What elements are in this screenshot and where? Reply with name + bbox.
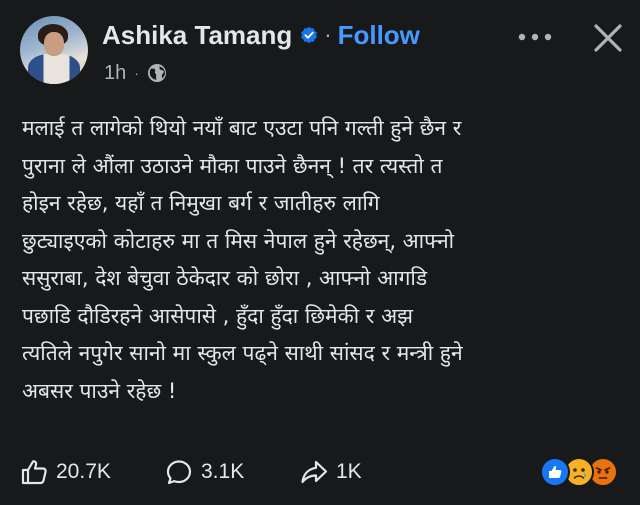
globe-icon[interactable] xyxy=(147,63,167,83)
post-line: ससुराबा, देश बेचुवा ठेकेदार को छोरा , आफ… xyxy=(22,266,428,290)
verified-badge-icon xyxy=(301,26,318,44)
comment-icon xyxy=(166,460,192,485)
post-line: मलाई त लागेको थियो नयाँ बाट एउटा पनि गल्… xyxy=(22,116,462,140)
post-line: त्यतिले नपुगेर सानो मा स्कुल पढ्ने साथी … xyxy=(22,341,463,365)
reaction-summary[interactable] xyxy=(540,456,618,488)
post-line: अबसर पाउने रहेछ ! xyxy=(22,378,177,403)
post-line: छुट्याइएको कोटाहरु मा त मिस नेपाल हुने र… xyxy=(22,228,455,253)
author-name-row: Ashika Tamang · Follow xyxy=(102,18,420,52)
comment-button[interactable]: 3.1K xyxy=(165,457,244,487)
author-name[interactable]: Ashika Tamang xyxy=(102,20,292,51)
like-reaction-icon xyxy=(540,457,570,487)
post-header: Ashika Tamang · Follow 1h · xyxy=(0,0,640,100)
name-separator: · xyxy=(324,22,332,47)
author-avatar[interactable] xyxy=(20,16,88,84)
like-count: 20.7K xyxy=(56,460,111,483)
post-line: पुराना ले औंला उठाउने मौका पाउने छैनन् !… xyxy=(22,153,443,178)
post-line: होइन रहेछ, यहाँ त निमुखा बर्ग र जातीहरु … xyxy=(22,191,380,215)
post-line: पछाडि दौडिरहने आसेपासे , हुँदा हुँदा छिम… xyxy=(22,303,413,328)
post-body: मलाई त लागेको थियो नयाँ बाट एउटा पनि गल्… xyxy=(22,110,628,410)
like-button[interactable]: 20.7K xyxy=(20,457,111,487)
post-time[interactable]: 1h xyxy=(104,62,126,85)
ellipsis-icon xyxy=(518,33,552,41)
post-meta: 1h · xyxy=(104,60,167,86)
avatar-face xyxy=(44,32,64,56)
more-options-icon[interactable] xyxy=(515,25,555,49)
close-icon[interactable] xyxy=(590,20,626,56)
thumbs-up-icon xyxy=(21,460,47,485)
share-button[interactable]: 1K xyxy=(300,457,362,487)
comment-count: 3.1K xyxy=(201,460,245,483)
meta-separator: · xyxy=(134,65,139,81)
share-count: 1K xyxy=(336,460,362,483)
avatar-dress xyxy=(28,54,80,84)
follow-button[interactable]: Follow xyxy=(338,20,420,51)
share-icon xyxy=(301,460,328,484)
post-actions: 20.7K 3.1K 1K xyxy=(0,445,640,495)
